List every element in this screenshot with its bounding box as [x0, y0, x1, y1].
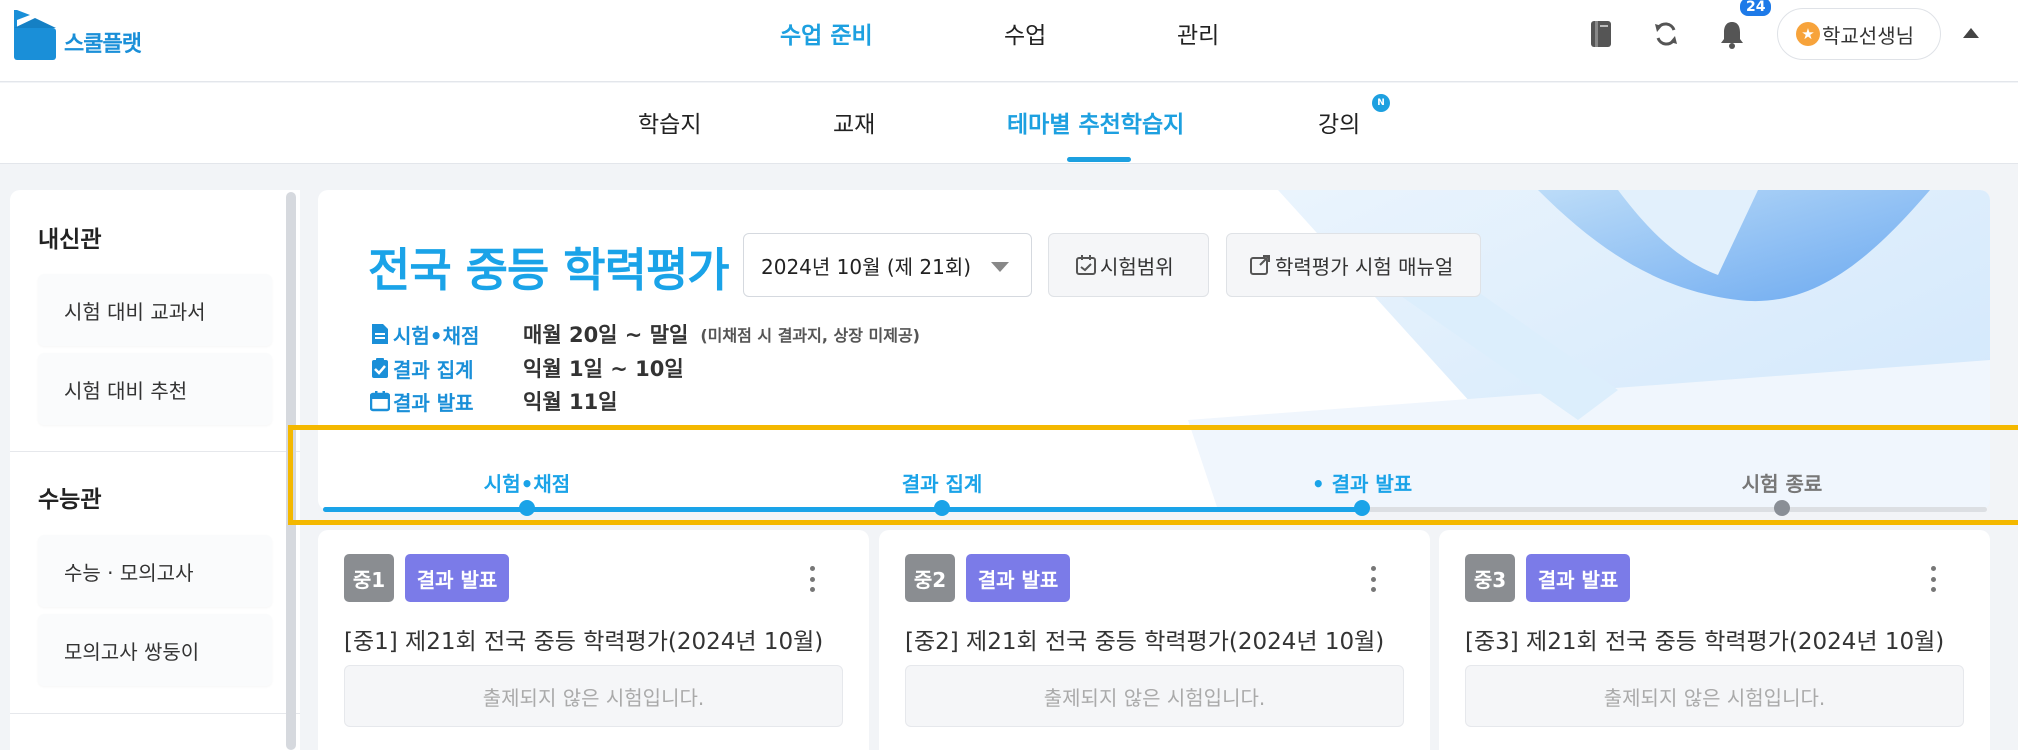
tab-lecture[interactable]: 강의 — [1318, 83, 1360, 161]
logo-flag-icon — [12, 8, 58, 62]
sidebar-divider — [10, 713, 300, 714]
user-menu[interactable]: ★ 학교선생님 — [1777, 8, 1941, 60]
card-empty-message: 출제되지 않은 시험입니다. — [344, 665, 843, 727]
active-tab-underline — [1067, 157, 1131, 162]
grade-badge: 중3 — [1465, 554, 1515, 602]
sidebar: 내신관 시험 대비 교과서 시험 대비 추천 수능관 수능 · 모의고사 모의고… — [10, 190, 300, 750]
document-icon — [372, 324, 388, 344]
exam-round-value: 2024년 10월 (제 21회) — [761, 254, 972, 279]
bell-icon[interactable] — [1714, 16, 1750, 52]
chevron-down-icon — [991, 262, 1009, 272]
card-title: [중2] 제21회 전국 중등 학력평가(2024년 10월) — [905, 629, 1385, 655]
sidebar-item-exam-recommend[interactable]: 시험 대비 추천 — [38, 353, 272, 425]
user-name: 학교선생님 — [1822, 23, 1914, 48]
highlight-box — [288, 425, 2018, 525]
book-icon[interactable] — [1583, 16, 1619, 52]
card-empty-message: 출제되지 않은 시험입니다. — [1465, 665, 1964, 727]
logo[interactable]: 스쿨플랫 — [12, 8, 142, 62]
schedule-row-aggregate: 결과 집계 익월 1일 ~ 10일 — [370, 353, 684, 383]
status-badge: 결과 발표 — [1526, 554, 1630, 602]
logo-text: 스쿨플랫 — [64, 32, 142, 57]
more-options-icon[interactable] — [1928, 566, 1938, 592]
more-options-icon[interactable] — [807, 566, 817, 592]
schedule-row-grading: 시험•채점 매월 20일 ~ 말일 (미채점 시 결과지, 상장 미제공) — [370, 319, 920, 349]
exam-range-button[interactable]: 시험범위 — [1048, 233, 1209, 297]
collapse-caret-icon[interactable] — [1963, 28, 1979, 38]
sidebar-item-exam-textbook[interactable]: 시험 대비 교과서 — [38, 274, 272, 346]
tab-theme-worksheet[interactable]: 테마별 추천학습지 — [1007, 83, 1184, 161]
notification-count-badge: 24 — [1740, 0, 1772, 16]
nav-manage[interactable]: 관리 — [1177, 0, 1219, 66]
exam-round-select[interactable]: 2024년 10월 (제 21회) — [743, 233, 1032, 297]
new-badge: N — [1372, 94, 1390, 112]
status-badge: 결과 발표 — [405, 554, 509, 602]
schedule-value: 익월 11일 — [523, 390, 618, 414]
star-icon: ★ — [1796, 22, 1820, 46]
card-empty-message: 출제되지 않은 시험입니다. — [905, 665, 1404, 727]
sidebar-item-suneung-mock[interactable]: 수능 · 모의고사 — [38, 535, 272, 607]
nav-class[interactable]: 수업 — [1004, 0, 1046, 66]
schedule-value: 익월 1일 ~ 10일 — [523, 357, 684, 381]
clipboard-check-icon — [372, 358, 388, 378]
card-title: [중1] 제21회 전국 중등 학력평가(2024년 10월) — [344, 629, 824, 655]
schedule-label: 시험•채점 — [393, 323, 480, 348]
schedule-row-announce: 결과 발표 익월 11일 — [370, 386, 618, 416]
exam-title: 전국 중등 학력평가 — [368, 243, 730, 297]
calendar-icon — [370, 391, 390, 412]
grade-badge: 중1 — [344, 554, 394, 602]
exam-manual-label: 학력평가 시험 매뉴얼 — [1275, 254, 1454, 279]
exam-card[interactable]: 중2 결과 발표 [중2] 제21회 전국 중등 학력평가(2024년 10월)… — [879, 530, 1430, 750]
exam-range-label: 시험범위 — [1100, 254, 1174, 279]
sidebar-item-mock-twin[interactable]: 모의고사 쌍둥이 — [38, 614, 272, 686]
exam-manual-button[interactable]: 학력평가 시험 매뉴얼 — [1226, 233, 1481, 297]
exam-card[interactable]: 중3 결과 발표 [중3] 제21회 전국 중등 학력평가(2024년 10월)… — [1439, 530, 1990, 750]
exam-card[interactable]: 중1 결과 발표 [중1] 제21회 전국 중등 학력평가(2024년 10월)… — [318, 530, 869, 750]
schedule-label: 결과 발표 — [393, 390, 474, 415]
status-badge: 결과 발표 — [966, 554, 1070, 602]
sidebar-section-title: 내신관 — [38, 227, 102, 253]
tab-textbook[interactable]: 교재 — [833, 83, 875, 161]
calendar-check-icon — [1076, 255, 1096, 275]
tab-worksheet[interactable]: 학습지 — [638, 83, 701, 161]
nav-class-prep[interactable]: 수업 준비 — [780, 0, 873, 66]
more-options-icon[interactable] — [1368, 566, 1378, 592]
refresh-icon[interactable] — [1648, 16, 1684, 52]
sub-navigation: 학습지 교재 테마별 추천학습지 강의 N — [0, 83, 2018, 164]
grade-badge: 중2 — [905, 554, 955, 602]
schedule-value: 매월 20일 ~ 말일 — [523, 323, 689, 347]
schedule-note: (미채점 시 결과지, 상장 미제공) — [700, 326, 920, 345]
card-title: [중3] 제21회 전국 중등 학력평가(2024년 10월) — [1465, 629, 1945, 655]
sidebar-divider — [10, 451, 300, 452]
sidebar-section-title: 수능관 — [38, 487, 102, 513]
external-link-icon — [1250, 255, 1270, 275]
schedule-label: 결과 집계 — [393, 357, 474, 382]
top-header: 스쿨플랫 수업 준비 수업 관리 24 ★ 학교선생님 — [0, 0, 2018, 82]
